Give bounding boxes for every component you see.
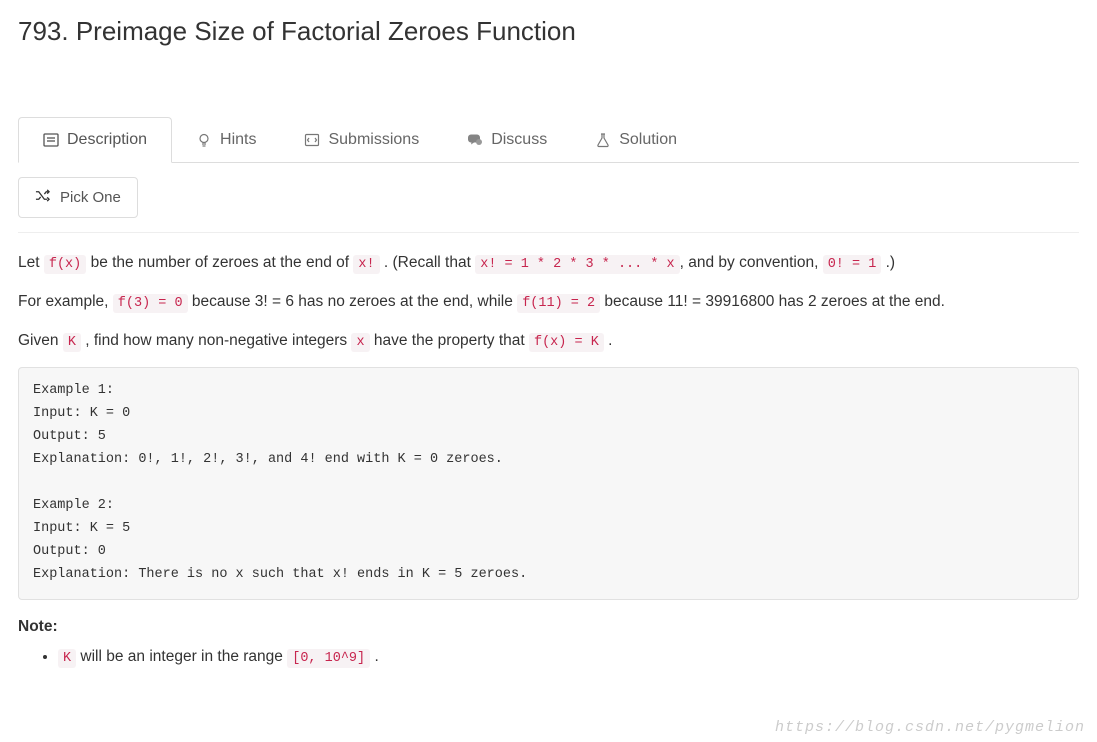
text: .) bbox=[881, 254, 895, 271]
text: , find how many non-negative integers bbox=[81, 332, 352, 349]
page-title: 793. Preimage Size of Factorial Zeroes F… bbox=[18, 16, 1079, 47]
note-list: K will be an integer in the range [0, 10… bbox=[18, 648, 1079, 666]
problem-content: Let f(x) be the number of zeroes at the … bbox=[18, 251, 1079, 666]
discuss-icon bbox=[467, 132, 483, 148]
text: For example, bbox=[18, 293, 113, 310]
tab-label: Submissions bbox=[328, 131, 419, 149]
text: Given bbox=[18, 332, 63, 349]
note-item: K will be an integer in the range [0, 10… bbox=[58, 648, 1079, 666]
tab-description[interactable]: Description bbox=[18, 117, 172, 163]
text: Let bbox=[18, 254, 44, 271]
text: . (Recall that bbox=[380, 254, 476, 271]
tab-label: Description bbox=[67, 131, 147, 149]
list-icon bbox=[43, 132, 59, 148]
code-f11: f(11) = 2 bbox=[517, 294, 600, 313]
pick-one-button[interactable]: Pick One bbox=[18, 177, 138, 218]
tab-label: Solution bbox=[619, 131, 677, 149]
paragraph-3: Given K , find how many non-negative int… bbox=[18, 329, 1079, 354]
paragraph-2: For example, f(3) = 0 because 3! = 6 has… bbox=[18, 290, 1079, 315]
code-factdef: x! = 1 * 2 * 3 * ... * x bbox=[475, 255, 679, 274]
example-block: Example 1: Input: K = 0 Output: 5 Explan… bbox=[18, 367, 1079, 599]
code-f3: f(3) = 0 bbox=[113, 294, 188, 313]
text: be the number of zeroes at the end of bbox=[86, 254, 353, 271]
paragraph-1: Let f(x) be the number of zeroes at the … bbox=[18, 251, 1079, 276]
code-k-note: K bbox=[58, 649, 76, 668]
code-icon bbox=[304, 132, 320, 148]
tab-discuss[interactable]: Discuss bbox=[443, 117, 571, 162]
code-x: x bbox=[351, 333, 369, 352]
pick-one-label: Pick One bbox=[60, 189, 121, 206]
text: , and by convention, bbox=[680, 254, 823, 271]
tab-label: Discuss bbox=[491, 131, 547, 149]
tab-bar: Description Hints Submissions Discuss So… bbox=[18, 117, 1079, 163]
flask-icon bbox=[595, 132, 611, 148]
text: have the property that bbox=[370, 332, 529, 349]
text: will be an integer in the range bbox=[76, 648, 287, 665]
code-fx: f(x) bbox=[44, 255, 86, 274]
code-k: K bbox=[63, 333, 81, 352]
text: because 11! = 39916800 has 2 zeroes at t… bbox=[600, 293, 945, 310]
code-xfact: x! bbox=[353, 255, 379, 274]
code-range: [0, 10^9] bbox=[287, 649, 370, 668]
note-heading: Note: bbox=[18, 618, 1079, 636]
code-fxk: f(x) = K bbox=[529, 333, 604, 352]
text: . bbox=[370, 648, 379, 665]
tab-solution[interactable]: Solution bbox=[571, 117, 701, 162]
code-zerofact: 0! = 1 bbox=[823, 255, 882, 274]
tab-hints[interactable]: Hints bbox=[172, 117, 280, 162]
text: because 3! = 6 has no zeroes at the end,… bbox=[188, 293, 518, 310]
tab-label: Hints bbox=[220, 131, 256, 149]
text: . bbox=[604, 332, 613, 349]
divider bbox=[18, 232, 1079, 233]
tab-submissions[interactable]: Submissions bbox=[280, 117, 443, 162]
watermark: https://blog.csdn.net/pygmelion bbox=[775, 719, 1085, 736]
lightbulb-icon bbox=[196, 132, 212, 148]
shuffle-icon bbox=[35, 188, 50, 207]
